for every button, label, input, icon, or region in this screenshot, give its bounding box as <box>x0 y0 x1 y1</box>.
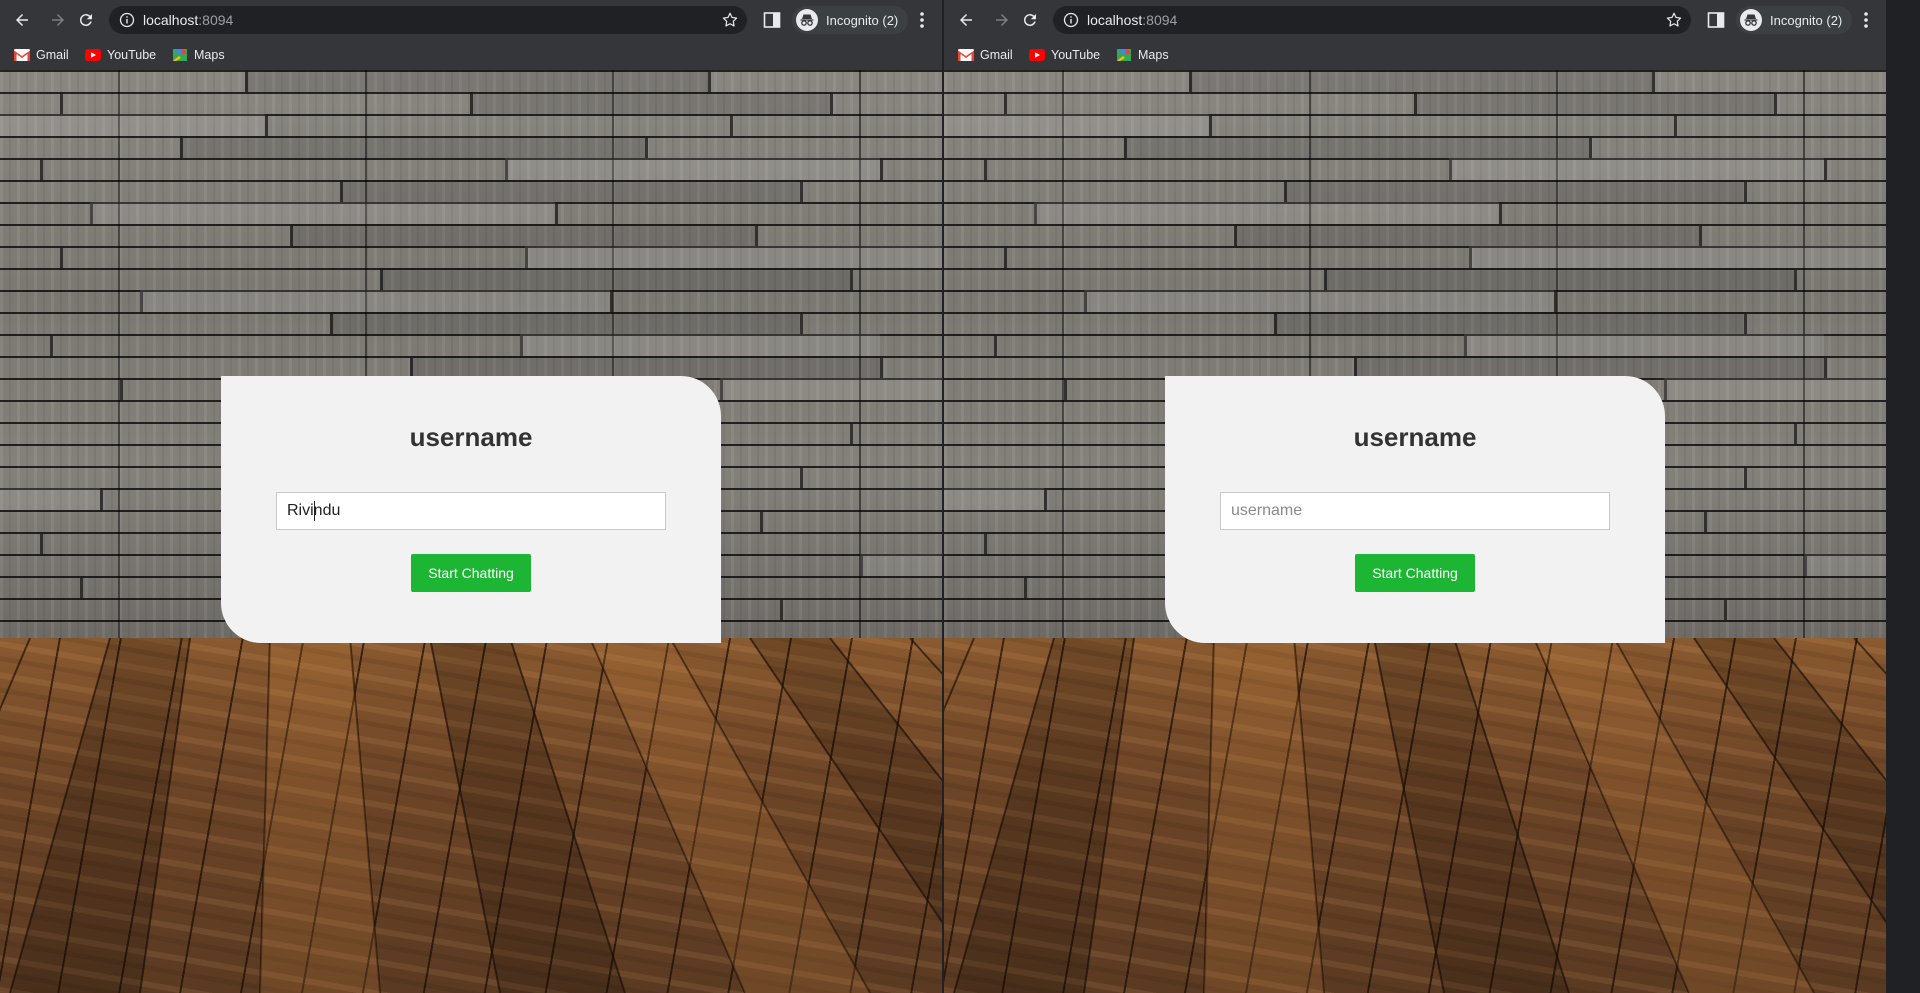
youtube-icon <box>1029 47 1045 63</box>
bookmark-youtube[interactable]: YouTube <box>1029 45 1100 65</box>
back-arrow-icon <box>16 14 28 26</box>
url-port: :8094 <box>1142 12 1178 28</box>
browser-toolbar: localhost:8094 Incognito (2) <box>0 0 942 40</box>
incognito-icon <box>1740 9 1762 31</box>
kebab-menu-icon[interactable] <box>1856 10 1876 30</box>
url-host: localhost <box>143 12 199 28</box>
back-button[interactable] <box>952 6 980 34</box>
browser-window-left: localhost:8094 Incognito (2) Gmail YouTu… <box>0 0 942 993</box>
reload-button[interactable] <box>72 6 100 34</box>
floor-board-seams <box>944 638 1886 993</box>
youtube-icon <box>85 47 101 63</box>
address-bar[interactable]: localhost:8094 <box>109 6 747 34</box>
bookmark-maps[interactable]: Maps <box>172 45 225 65</box>
bookmarks-bar: Gmail YouTube Maps <box>944 40 1886 70</box>
start-chatting-button[interactable]: Start Chatting <box>1355 554 1475 592</box>
incognito-profile-button[interactable]: Incognito (2) <box>792 6 909 34</box>
username-input[interactable] <box>1220 492 1610 530</box>
address-bar[interactable]: localhost:8094 <box>1053 6 1691 34</box>
profile-label: Incognito (2) <box>1770 12 1843 28</box>
back-arrow-icon <box>960 14 972 26</box>
bookmark-label: Maps <box>1138 48 1169 62</box>
bookmark-label: Gmail <box>36 48 69 62</box>
incognito-profile-button[interactable]: Incognito (2) <box>1736 6 1853 34</box>
text-caret <box>314 501 315 521</box>
url-host: localhost <box>1087 12 1143 28</box>
bookmark-maps[interactable]: Maps <box>1116 45 1169 65</box>
bookmark-gmail[interactable]: Gmail <box>958 45 1013 65</box>
start-chatting-button[interactable]: Start Chatting <box>411 554 531 592</box>
bookmark-label: YouTube <box>1051 48 1101 62</box>
url-port: :8094 <box>198 12 234 28</box>
gmail-icon <box>958 47 974 63</box>
login-card: username Start Chatting <box>221 376 721 643</box>
card-title: username <box>409 422 533 452</box>
forward-arrow-icon <box>996 14 1008 26</box>
side-panel-icon[interactable] <box>1707 11 1725 29</box>
bookmark-gmail[interactable]: Gmail <box>14 45 69 65</box>
gmail-icon <box>14 47 30 63</box>
back-button[interactable] <box>8 6 36 34</box>
page-viewport: username Start Chatting <box>0 70 942 993</box>
reload-icon <box>1023 14 1036 27</box>
info-icon[interactable] <box>119 12 135 28</box>
maps-icon <box>172 47 188 63</box>
login-card: username Start Chatting <box>1165 376 1665 643</box>
maps-icon <box>1116 47 1132 63</box>
page-viewport: username Start Chatting <box>944 70 1886 993</box>
info-icon[interactable] <box>1063 12 1079 28</box>
bookmark-label: YouTube <box>107 48 157 62</box>
username-input[interactable] <box>276 492 666 530</box>
bookmarks-bar: Gmail YouTube Maps <box>0 40 942 70</box>
url-text: localhost:8094 <box>143 12 233 28</box>
bookmark-label: Gmail <box>980 48 1013 62</box>
star-icon[interactable] <box>721 11 739 29</box>
kebab-menu-icon[interactable] <box>912 10 932 30</box>
floor-board-seams <box>0 638 942 993</box>
url-text: localhost:8094 <box>1087 12 1177 28</box>
browser-toolbar: localhost:8094 Incognito (2) <box>944 0 1886 40</box>
incognito-icon <box>796 9 818 31</box>
browser-window-right: localhost:8094 Incognito (2) Gmail YouTu… <box>944 0 1886 993</box>
reload-button[interactable] <box>1016 6 1044 34</box>
bookmark-youtube[interactable]: YouTube <box>85 45 156 65</box>
side-panel-icon[interactable] <box>763 11 781 29</box>
forward-button[interactable] <box>988 6 1016 34</box>
forward-button[interactable] <box>44 6 72 34</box>
profile-label: Incognito (2) <box>826 12 899 28</box>
card-title: username <box>1353 422 1477 452</box>
forward-arrow-icon <box>52 14 64 26</box>
bookmark-label: Maps <box>194 48 225 62</box>
star-icon[interactable] <box>1665 11 1683 29</box>
reload-icon <box>79 14 92 27</box>
